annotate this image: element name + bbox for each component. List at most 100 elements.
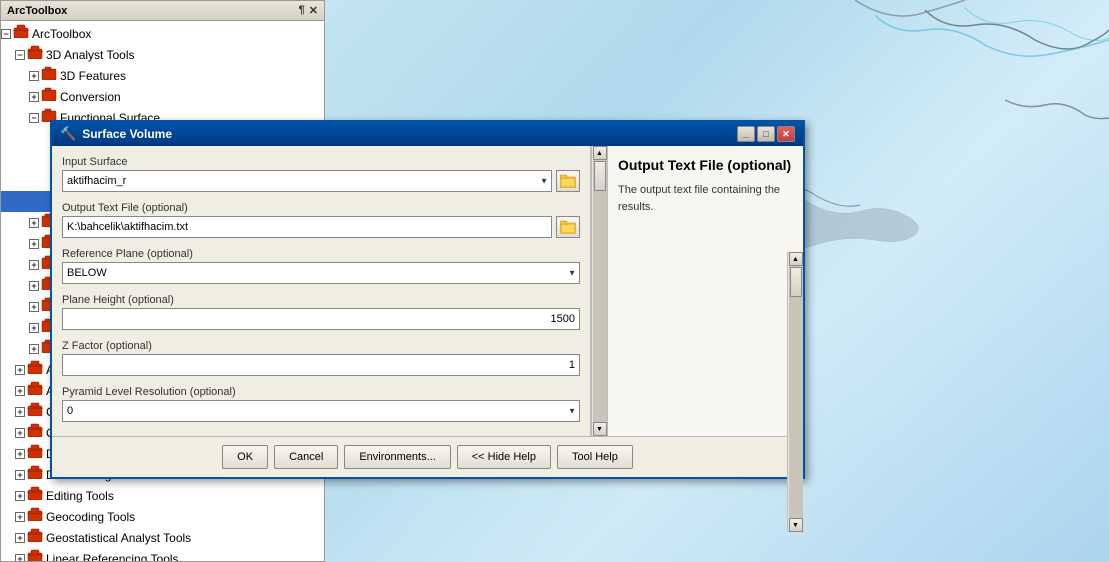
toolbox-icon-cartography-tools bbox=[27, 402, 43, 421]
pyramid-level-select[interactable]: 0 1 2 bbox=[62, 400, 580, 422]
toolbox-icon-linear-ref-tools bbox=[27, 549, 43, 561]
dialog-help-panel: Output Text File (optional) The output t… bbox=[608, 146, 803, 436]
pin-icon[interactable]: ¶ bbox=[299, 4, 305, 17]
pyramid-level-wrapper: 0 1 2 bbox=[62, 400, 580, 422]
toolbox-icon-geostatistical-tools bbox=[27, 528, 43, 547]
cancel-button[interactable]: Cancel bbox=[274, 445, 338, 469]
pyramid-level-field: Pyramid Level Resolution (optional) 0 1 … bbox=[62, 386, 580, 422]
input-surface-input[interactable] bbox=[62, 170, 552, 192]
input-surface-row bbox=[62, 170, 580, 192]
toggle-conversion[interactable]: + bbox=[29, 92, 39, 102]
dialog-titlebar: 🔨 Surface Volume _ □ ✕ bbox=[52, 122, 803, 146]
toggle-data-mgmt-tools[interactable]: + bbox=[15, 470, 25, 480]
surface-volume-dialog: 🔨 Surface Volume _ □ ✕ Input Surface bbox=[50, 120, 805, 479]
toolbox-icon-arc-hydro-tools bbox=[27, 381, 43, 400]
toolbox-icon-analysis-tools bbox=[27, 360, 43, 379]
scroll-thumb[interactable] bbox=[594, 161, 606, 191]
toggle-geostatistical-tools[interactable]: + bbox=[15, 533, 25, 543]
plane-height-input[interactable] bbox=[62, 308, 580, 330]
arctoolbox-icon bbox=[13, 24, 29, 43]
tree-item-linear-ref-tools[interactable]: +Linear Referencing Tools bbox=[1, 548, 324, 561]
dialog-titlebar-left: 🔨 Surface Volume bbox=[60, 126, 172, 142]
dialog-titlebar-controls: _ □ ✕ bbox=[737, 126, 795, 142]
tree-item-3d-features[interactable]: +3D Features bbox=[1, 65, 324, 86]
dialog-footer: OK Cancel Environments... << Hide Help T… bbox=[52, 436, 803, 477]
arctoolbox-titlebar-controls: ¶ ✕ bbox=[299, 4, 318, 17]
tree-label-conversion: Conversion bbox=[60, 88, 121, 106]
toggle-terrain-tin-surface[interactable]: + bbox=[29, 302, 39, 312]
toolbox-icon-data-interop-tools bbox=[27, 444, 43, 463]
tree-item-geostatistical-tools[interactable]: + Geostatistical Analyst Tools bbox=[1, 527, 324, 548]
toggle-3d-features[interactable]: + bbox=[29, 71, 39, 81]
help-scroll-track bbox=[789, 266, 803, 436]
toggle-tin-management[interactable]: + bbox=[29, 344, 39, 354]
toggle-cartography-tools[interactable]: + bbox=[15, 407, 25, 417]
input-surface-field: Input Surface bbox=[62, 156, 580, 192]
toggle-arc-hydro-tools[interactable]: + bbox=[15, 386, 25, 396]
tree-label-geocoding-tools: Geocoding Tools bbox=[46, 508, 135, 526]
output-file-field: Output Text File (optional) bbox=[62, 202, 580, 238]
toggle-raster-interpolation[interactable]: + bbox=[29, 218, 39, 228]
input-surface-browse-btn[interactable] bbox=[556, 170, 580, 192]
toggle-geocoding-tools[interactable]: + bbox=[15, 512, 25, 522]
toggle-functional-surface[interactable]: − bbox=[29, 113, 39, 123]
reference-plane-label: Reference Plane (optional) bbox=[62, 248, 580, 260]
tree-item-editing-tools[interactable]: +Editing Tools bbox=[1, 485, 324, 506]
folder-icon bbox=[560, 174, 576, 188]
toggle-editing-tools[interactable]: + bbox=[15, 491, 25, 501]
help-scroll-up-btn[interactable]: ▲ bbox=[789, 252, 803, 266]
tree-label-arctoolbox-root: ArcToolbox bbox=[32, 25, 91, 43]
output-file-label: Output Text File (optional) bbox=[62, 202, 580, 214]
dialog-title: Surface Volume bbox=[82, 127, 172, 141]
toggle-raster-surface[interactable]: + bbox=[29, 281, 39, 291]
toggle-raster-math[interactable]: + bbox=[29, 239, 39, 249]
reference-plane-field: Reference Plane (optional) BELOW ABOVE bbox=[62, 248, 580, 284]
hide-help-button[interactable]: << Hide Help bbox=[457, 445, 551, 469]
scroll-down-btn[interactable]: ▼ bbox=[593, 422, 607, 436]
dialog-tool-icon: 🔨 bbox=[60, 126, 76, 142]
toggle-data-interop-tools[interactable]: + bbox=[15, 449, 25, 459]
help-title: Output Text File (optional) bbox=[618, 156, 793, 174]
input-surface-label: Input Surface bbox=[62, 156, 580, 168]
toolbox-icon-editing-tools bbox=[27, 486, 43, 505]
output-file-browse-btn[interactable] bbox=[556, 216, 580, 238]
pyramid-level-label: Pyramid Level Resolution (optional) bbox=[62, 386, 580, 398]
help-text: The output text file containing the resu… bbox=[618, 182, 793, 215]
dialog-close-btn[interactable]: ✕ bbox=[777, 126, 795, 142]
toolbox-icon-conversion-tools bbox=[27, 423, 43, 442]
environments-button[interactable]: Environments... bbox=[344, 445, 450, 469]
scroll-up-btn[interactable]: ▲ bbox=[593, 146, 607, 160]
z-factor-input[interactable] bbox=[62, 354, 580, 376]
tree-label-geostatistical-tools: Geostatistical Analyst Tools bbox=[46, 529, 191, 547]
tree-item-3d-analyst[interactable]: −3D Analyst Tools bbox=[1, 44, 324, 65]
toggle-linear-ref-tools[interactable]: + bbox=[15, 554, 25, 562]
toolset-icon-conversion bbox=[41, 87, 57, 106]
tree-item-geocoding-tools[interactable]: + Geocoding Tools bbox=[1, 506, 324, 527]
dialog-content: Input Surface bbox=[52, 146, 803, 436]
arctoolbox-titlebar: ArcToolbox ¶ ✕ bbox=[1, 1, 324, 21]
z-factor-field: Z Factor (optional) bbox=[62, 340, 580, 376]
scroll-track bbox=[593, 160, 607, 422]
toggle-3d-analyst[interactable]: − bbox=[15, 50, 25, 60]
help-scroll-thumb[interactable] bbox=[790, 267, 802, 297]
ok-button[interactable]: OK bbox=[222, 445, 268, 469]
toggle-conversion-tools[interactable]: + bbox=[15, 428, 25, 438]
input-surface-combo-wrapper bbox=[62, 170, 552, 192]
dialog-minimize-btn[interactable]: _ bbox=[737, 126, 755, 142]
toggle-terrain-management[interactable]: + bbox=[29, 323, 39, 333]
dialog-form-area: Input Surface bbox=[52, 146, 591, 436]
tree-item-conversion[interactable]: + Conversion bbox=[1, 86, 324, 107]
plane-height-field: Plane Height (optional) bbox=[62, 294, 580, 330]
arctoolbox-title: ArcToolbox bbox=[7, 5, 67, 17]
reference-plane-select[interactable]: BELOW ABOVE bbox=[62, 262, 580, 284]
dialog-left-scrollbar: ▲ ▼ bbox=[591, 146, 607, 436]
toolbox-icon-data-mgmt-tools bbox=[27, 465, 43, 484]
dialog-maximize-btn[interactable]: □ bbox=[757, 126, 775, 142]
tree-item-arctoolbox-root[interactable]: − ArcToolbox bbox=[1, 23, 324, 44]
output-file-input[interactable] bbox=[62, 216, 552, 238]
toggle-arctoolbox-root[interactable]: − bbox=[1, 29, 11, 39]
tool-help-button[interactable]: Tool Help bbox=[557, 445, 633, 469]
toggle-analysis-tools[interactable]: + bbox=[15, 365, 25, 375]
close-icon[interactable]: ✕ bbox=[309, 4, 318, 17]
toggle-raster-reclass[interactable]: + bbox=[29, 260, 39, 270]
